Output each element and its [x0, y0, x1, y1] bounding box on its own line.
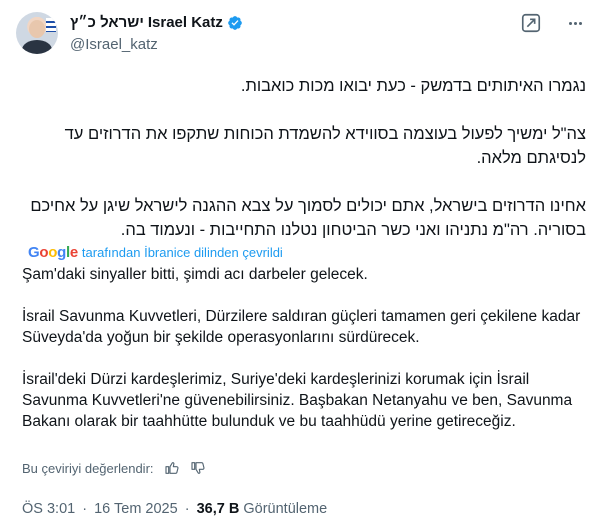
avatar[interactable]	[16, 12, 58, 54]
verified-badge-icon	[228, 15, 242, 30]
hebrew-paragraph-3: אחינו הדרוזים בישראל, אתם יכולים לסמוך ע…	[30, 197, 586, 239]
views-label: Görüntüleme	[243, 501, 328, 517]
thumbs-down-icon[interactable]	[190, 460, 206, 476]
tweet-date[interactable]: 16 Tem 2025	[94, 501, 178, 517]
translation-rating: Bu çeviriyi değerlendir:	[22, 460, 206, 476]
tweet-header: ישראל כ״ץ Israel Katz @Israel_katz	[16, 10, 586, 60]
tweet-metadata: ÖS 3:01 · 16 Tem 2025 · 36,7 B Görüntüle…	[22, 501, 327, 517]
rate-prompt: Bu çeviriyi değerlendir:	[22, 460, 154, 476]
more-icon[interactable]	[564, 12, 586, 34]
thumbs-up-icon[interactable]	[164, 460, 180, 476]
google-logo: Google	[28, 244, 78, 261]
hebrew-paragraph-2: צה"ל ימשיך לפעול בעוצמה בסווידא להשמדת ה…	[64, 125, 586, 167]
author-name-hebrew[interactable]: ישראל כ״ץ	[70, 14, 144, 31]
grok-icon[interactable]	[520, 12, 542, 34]
tweet-text-translated: Şam'daki sinyaller bitti, şimdi acı darb…	[22, 264, 586, 453]
meta-separator: ·	[82, 501, 88, 517]
translation-attribution[interactable]: Google tarafından İbranice dilinden çevr…	[28, 244, 283, 261]
views-count: 36,7 B	[196, 501, 240, 517]
tweet-time[interactable]: ÖS 3:01	[22, 501, 75, 517]
translated-paragraph-1: Şam'daki sinyaller bitti, şimdi acı darb…	[22, 266, 368, 283]
author-name-latin[interactable]: Israel Katz	[148, 14, 223, 31]
author-name[interactable]: ישראל כ״ץ Israel Katz	[70, 14, 243, 31]
translated-paragraph-2: İsrail Savunma Kuvvetleri, Dürzilere sal…	[22, 308, 581, 346]
author-handle[interactable]: @Israel_katz	[70, 36, 158, 53]
translation-label[interactable]: tarafından İbranice dilinden çevrildi	[82, 245, 283, 260]
translated-paragraph-3: İsrail'deki Dürzi kardeşlerimiz, Suriye'…	[22, 371, 573, 430]
hebrew-paragraph-1: נגמרו האיתותים בדמשק - כעת יבואו מכות כו…	[240, 77, 586, 95]
tweet-text-original: נגמרו האיתותים בדמשק - כעת יבואו מכות כו…	[16, 74, 586, 266]
meta-separator-2: ·	[184, 501, 190, 517]
